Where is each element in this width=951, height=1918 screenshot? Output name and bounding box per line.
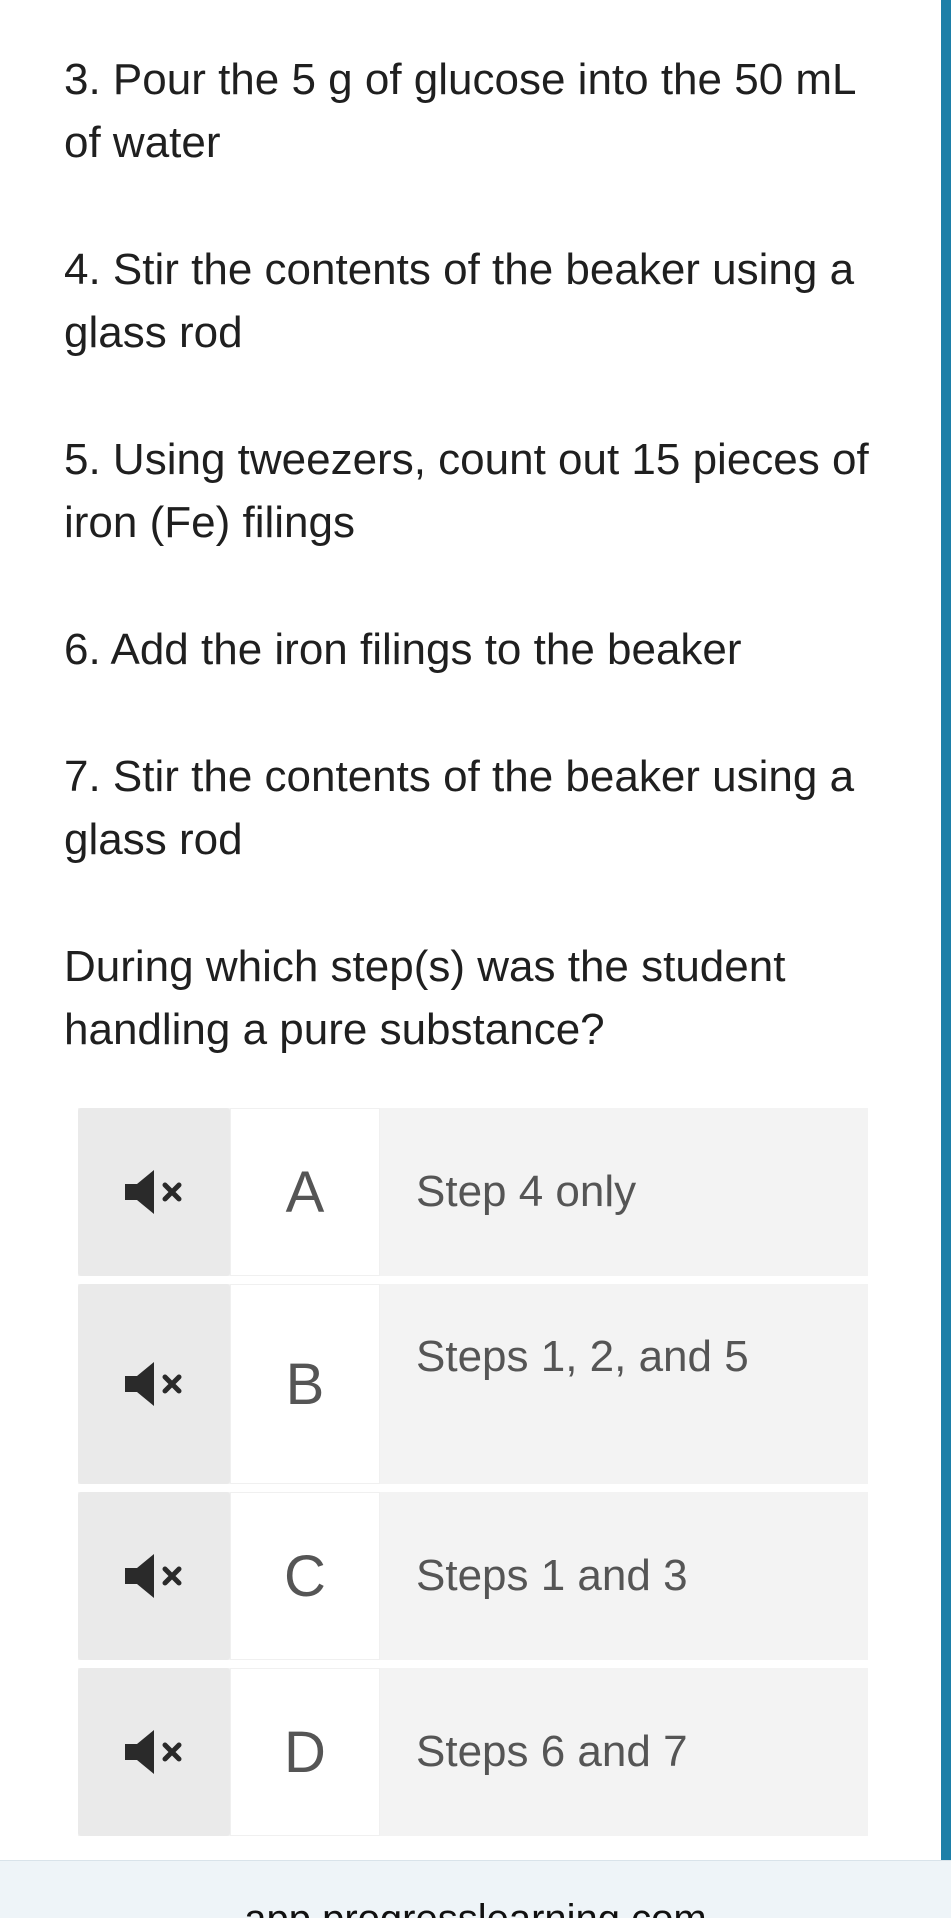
speaker-muted-icon xyxy=(123,1167,185,1217)
speaker-muted-icon xyxy=(123,1359,185,1409)
read-aloud-button-d[interactable] xyxy=(78,1668,230,1836)
answer-choice-d[interactable]: D Steps 6 and 7 xyxy=(78,1668,868,1836)
step-7: 7. Stir the contents of the beaker using… xyxy=(64,752,855,864)
step-4: 4. Stir the contents of the beaker using… xyxy=(64,245,855,357)
answer-choice-a[interactable]: A Step 4 only xyxy=(78,1108,868,1276)
scroll-accent-bar xyxy=(941,0,951,1860)
answer-choices: A Step 4 only B Steps 1, 2, and 5 C Step… xyxy=(78,1108,868,1844)
answer-text-c: Steps 1 and 3 xyxy=(380,1492,868,1660)
step-3: 3. Pour the 5 g of glucose into the 50 m… xyxy=(64,55,855,167)
question-text: During which step(s) was the student han… xyxy=(64,942,786,1054)
answer-choice-c[interactable]: C Steps 1 and 3 xyxy=(78,1492,868,1660)
answer-letter-d: D xyxy=(230,1668,380,1836)
read-aloud-button-a[interactable] xyxy=(78,1108,230,1276)
read-aloud-button-c[interactable] xyxy=(78,1492,230,1660)
answer-text-b: Steps 1, 2, and 5 xyxy=(380,1284,868,1484)
speaker-muted-icon xyxy=(123,1727,185,1777)
step-6: 6. Add the iron filings to the beaker xyxy=(64,625,742,674)
answer-choice-b[interactable]: B Steps 1, 2, and 5 xyxy=(78,1284,868,1484)
url-text: app.progresslearning.com xyxy=(0,1895,951,1918)
step-5: 5. Using tweezers, count out 15 pieces o… xyxy=(64,435,869,547)
answer-letter-b: B xyxy=(230,1284,380,1484)
browser-address-bar[interactable]: app.progresslearning.com xyxy=(0,1860,951,1918)
answer-text-d: Steps 6 and 7 xyxy=(380,1668,868,1836)
question-panel: 3. Pour the 5 g of glucose into the 50 m… xyxy=(0,0,941,1860)
answer-letter-a: A xyxy=(230,1108,380,1276)
speaker-muted-icon xyxy=(123,1551,185,1601)
read-aloud-button-b[interactable] xyxy=(78,1284,230,1484)
procedure-steps: 3. Pour the 5 g of glucose into the 50 m… xyxy=(64,48,894,1061)
answer-letter-c: C xyxy=(230,1492,380,1660)
answer-text-a: Step 4 only xyxy=(380,1108,868,1276)
